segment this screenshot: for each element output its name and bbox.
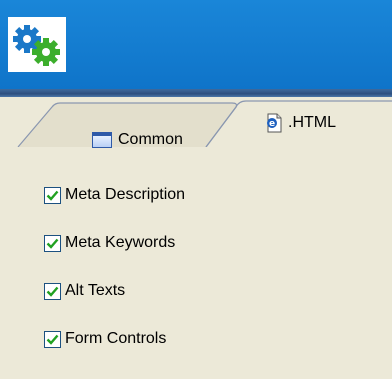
window-icon [92,132,112,148]
tab-html[interactable]: e .HTML [264,111,336,135]
form-controls-checkbox[interactable] [44,330,61,348]
header-banner [0,0,392,89]
option-meta-description[interactable]: Meta Description [44,171,185,219]
alt-texts-checkbox[interactable] [44,282,61,300]
check-icon [46,334,59,345]
check-icon [46,286,59,297]
check-icon [46,238,59,249]
tab-html-label: .HTML [288,114,336,131]
svg-text:e: e [269,119,275,129]
meta-description-label: Meta Description [65,186,186,203]
option-meta-keywords[interactable]: Meta Keywords [44,219,185,267]
header-separator [0,89,392,97]
option-alt-texts[interactable]: Alt Texts [44,267,185,315]
logo [8,17,66,72]
options-list: Meta Description Meta Keywords Alt Texts… [44,171,185,363]
check-icon [46,190,59,201]
html-document-icon: e [267,113,282,133]
meta-description-checkbox[interactable] [44,186,61,204]
meta-keywords-checkbox[interactable] [44,234,61,252]
alt-texts-label: Alt Texts [65,282,126,299]
gears-icon [13,25,60,66]
option-form-controls[interactable]: Form Controls [44,315,185,363]
meta-keywords-label: Meta Keywords [65,234,176,251]
form-controls-label: Form Controls [65,330,167,347]
tab-common-label: Common [118,131,183,148]
tab-common[interactable]: Common [92,129,183,151]
